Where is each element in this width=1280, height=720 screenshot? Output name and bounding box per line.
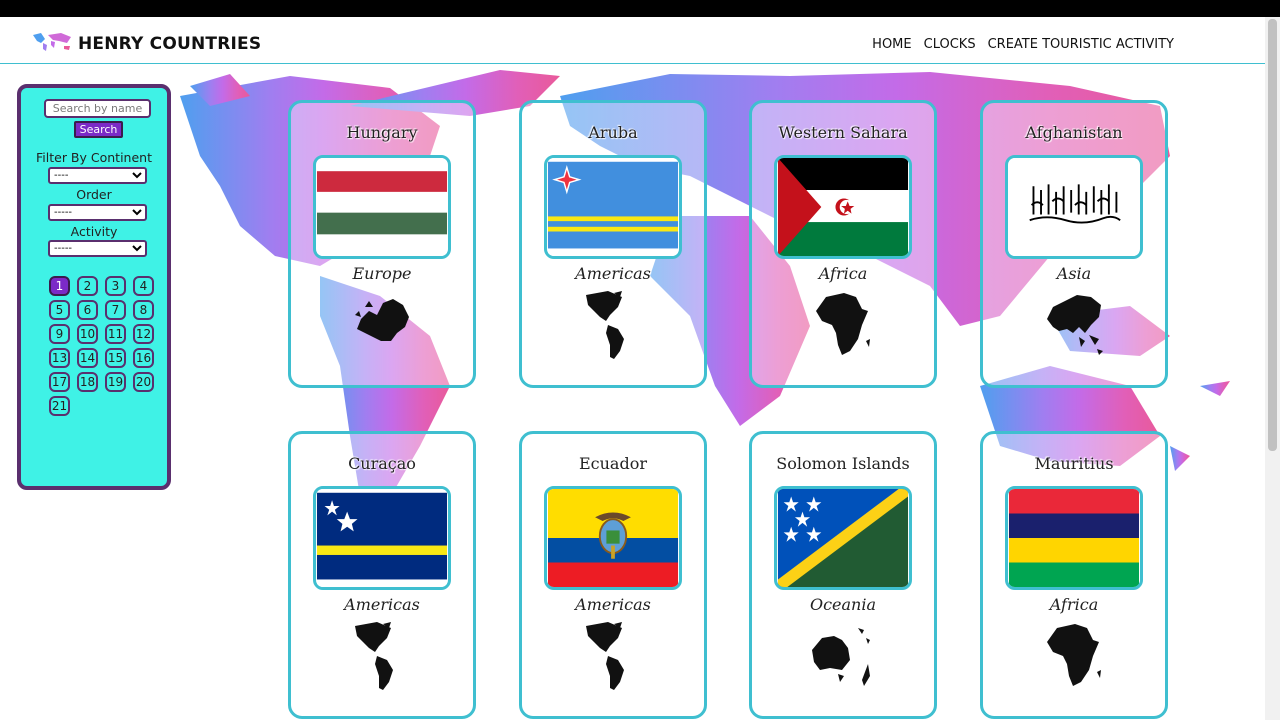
country-flag-image bbox=[544, 486, 682, 590]
country-flag-image bbox=[1005, 486, 1143, 590]
continent-map-icon bbox=[347, 289, 417, 361]
page-scrollbar[interactable] bbox=[1265, 17, 1280, 720]
continent-map-icon bbox=[347, 620, 417, 692]
country-name: Ecuador bbox=[578, 454, 647, 473]
continent-map-icon bbox=[808, 289, 878, 361]
continent-name: Africa bbox=[1049, 595, 1099, 614]
country-flag-image bbox=[544, 155, 682, 259]
continent-name: Oceania bbox=[809, 595, 877, 614]
page-button-1[interactable]: 1 bbox=[49, 276, 70, 296]
page-button-3[interactable]: 3 bbox=[105, 276, 126, 296]
page-button-6[interactable]: 6 bbox=[77, 300, 98, 320]
continent-map-icon bbox=[578, 620, 648, 692]
country-flag-image bbox=[313, 155, 451, 259]
country-name: Curaçao bbox=[348, 454, 416, 473]
page-button-20[interactable]: 20 bbox=[133, 372, 154, 392]
continent-select[interactable]: ---- bbox=[48, 167, 147, 184]
country-card[interactable]: Mauritius Africa bbox=[980, 431, 1168, 719]
browser-top-bar bbox=[0, 0, 1280, 17]
country-flag-image bbox=[1005, 155, 1143, 259]
page-button-8[interactable]: 8 bbox=[133, 300, 154, 320]
order-label: Order bbox=[76, 187, 112, 202]
country-card[interactable]: Afghanistan Asia bbox=[980, 100, 1168, 388]
page-button-14[interactable]: 14 bbox=[77, 348, 98, 368]
continent-name: Africa bbox=[818, 264, 868, 283]
country-name: Afghanistan bbox=[1025, 123, 1123, 142]
country-flag-image bbox=[313, 486, 451, 590]
continent-map-icon bbox=[808, 620, 878, 692]
search-input[interactable] bbox=[44, 99, 151, 118]
continent-name: Americas bbox=[344, 595, 420, 614]
continent-name: Asia bbox=[1056, 264, 1092, 283]
nav-clocks-link[interactable]: CLOCKS bbox=[924, 37, 976, 52]
nav-home-link[interactable]: HOME bbox=[872, 37, 911, 52]
page-button-13[interactable]: 13 bbox=[49, 348, 70, 368]
page-button-5[interactable]: 5 bbox=[49, 300, 70, 320]
filter-continent-label: Filter By Continent bbox=[36, 150, 152, 165]
continent-map-icon bbox=[578, 289, 648, 361]
country-card[interactable]: Western Sahara Africa bbox=[749, 100, 937, 388]
country-card[interactable]: Ecuador Americas bbox=[519, 431, 707, 719]
country-name: Western Sahara bbox=[778, 123, 908, 142]
scrollbar-thumb[interactable] bbox=[1268, 19, 1277, 451]
page-button-17[interactable]: 17 bbox=[49, 372, 70, 392]
page-button-16[interactable]: 16 bbox=[133, 348, 154, 368]
activity-select[interactable]: ----- bbox=[48, 240, 147, 257]
country-card[interactable]: Aruba Americas bbox=[519, 100, 707, 388]
filter-sidebar: Search Filter By Continent ---- Order --… bbox=[17, 84, 171, 490]
main-nav: HOME CLOCKS CREATE TOURISTIC ACTIVITY bbox=[872, 37, 1174, 52]
country-name: Mauritius bbox=[1034, 454, 1114, 473]
page-button-4[interactable]: 4 bbox=[133, 276, 154, 296]
page-button-7[interactable]: 7 bbox=[105, 300, 126, 320]
country-name: Aruba bbox=[588, 123, 638, 142]
page-button-10[interactable]: 10 bbox=[77, 324, 98, 344]
app-title[interactable]: HENRY COUNTRIES bbox=[78, 34, 261, 54]
country-card[interactable]: Solomon Islands Oceania bbox=[749, 431, 937, 719]
page-button-19[interactable]: 19 bbox=[105, 372, 126, 392]
page-button-18[interactable]: 18 bbox=[77, 372, 98, 392]
page-button-9[interactable]: 9 bbox=[49, 324, 70, 344]
nav-create-activity-link[interactable]: CREATE TOURISTIC ACTIVITY bbox=[988, 37, 1174, 52]
world-map-logo-icon[interactable] bbox=[31, 31, 73, 53]
page-button-15[interactable]: 15 bbox=[105, 348, 126, 368]
page-button-12[interactable]: 12 bbox=[133, 324, 154, 344]
country-name: Hungary bbox=[346, 123, 418, 142]
continent-name: Americas bbox=[575, 595, 651, 614]
top-header: HENRY COUNTRIES HOME CLOCKS CREATE TOURI… bbox=[0, 17, 1265, 64]
page-button-11[interactable]: 11 bbox=[105, 324, 126, 344]
continent-map-icon bbox=[1039, 289, 1109, 361]
search-button[interactable]: Search bbox=[74, 121, 123, 138]
continent-map-icon bbox=[1039, 620, 1109, 692]
activity-label: Activity bbox=[70, 224, 118, 239]
country-flag-image bbox=[774, 155, 912, 259]
order-select[interactable]: ----- bbox=[48, 204, 147, 221]
country-name: Solomon Islands bbox=[776, 454, 910, 473]
country-card[interactable]: Hungary Europe bbox=[288, 100, 476, 388]
continent-name: Europe bbox=[352, 264, 412, 283]
country-flag-image bbox=[774, 486, 912, 590]
continent-name: Americas bbox=[575, 264, 651, 283]
page-button-21[interactable]: 21 bbox=[49, 396, 70, 416]
page-button-2[interactable]: 2 bbox=[77, 276, 98, 296]
country-card[interactable]: Curaçao Americas bbox=[288, 431, 476, 719]
